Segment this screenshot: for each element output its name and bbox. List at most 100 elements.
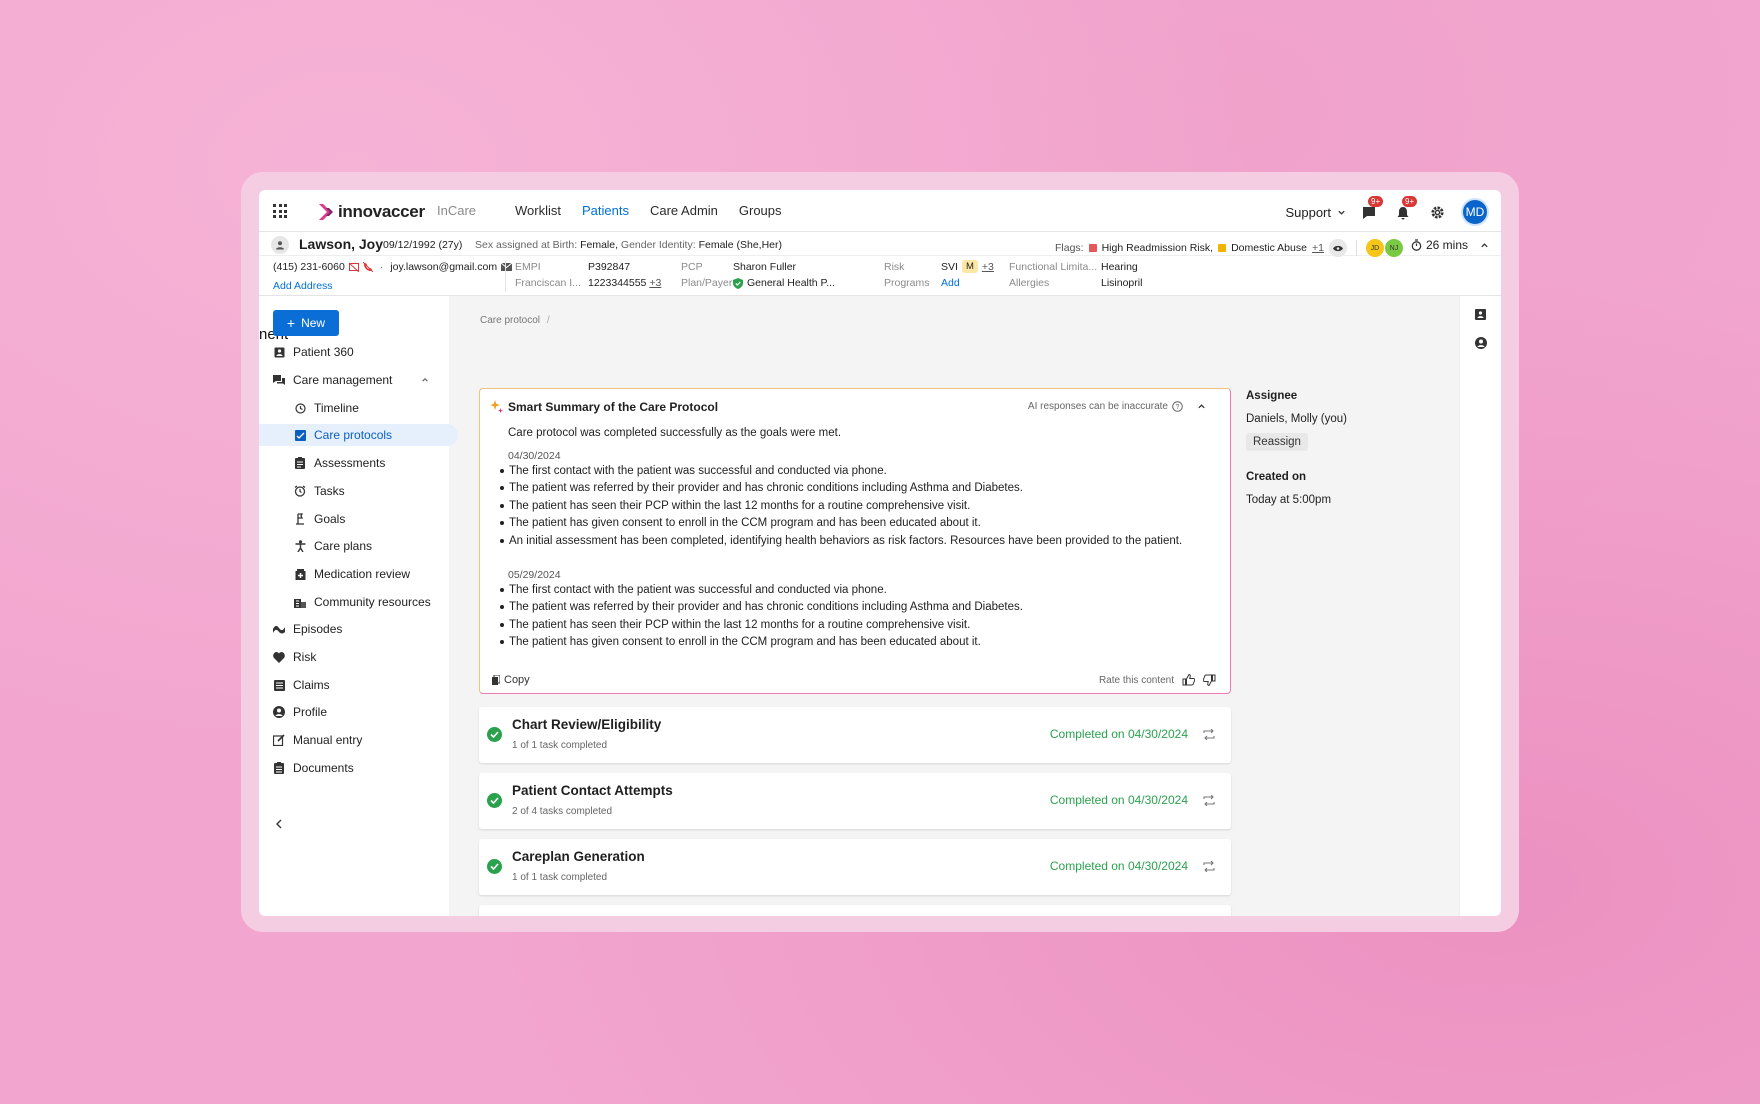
edit-icon bbox=[273, 734, 285, 746]
check-circle-icon bbox=[487, 793, 502, 808]
nav-worklist[interactable]: Worklist bbox=[515, 203, 561, 218]
chat-button[interactable]: 9+ bbox=[1362, 196, 1384, 221]
flags-more-link[interactable]: +1 bbox=[1312, 242, 1324, 254]
chevron-up-icon[interactable] bbox=[1480, 241, 1489, 250]
patient-email[interactable]: joy.lawson@gmail.com bbox=[390, 261, 497, 273]
summary-bullet: The patient was referred by their provid… bbox=[500, 480, 1182, 498]
app-launcher-icon[interactable] bbox=[273, 204, 287, 218]
sidebar-item-care-management[interactable]: Care management bbox=[259, 369, 449, 391]
alarm-icon bbox=[294, 485, 306, 497]
task-title: Patient Contact Attempts bbox=[512, 783, 673, 798]
risk-more-link[interactable]: +3 bbox=[982, 261, 994, 273]
account-circle-icon[interactable] bbox=[1475, 337, 1487, 349]
assignee-label: Assignee bbox=[1246, 390, 1298, 402]
top-nav: innovaccer InCare Worklist Patients Care… bbox=[259, 190, 1501, 232]
task-stage-card[interactable]: Careplan Generation 1 of 1 task complete… bbox=[479, 839, 1231, 895]
summary-bullet: The first contact with the patient was s… bbox=[500, 581, 1023, 599]
sidebar-item-documents[interactable]: Documents bbox=[259, 757, 449, 779]
field-franciscan: Franciscan I... bbox=[515, 277, 581, 289]
support-label: Support bbox=[1285, 204, 1331, 220]
summary-date: 04/30/2024 bbox=[508, 450, 561, 462]
franciscan-more-link[interactable]: +3 bbox=[649, 277, 661, 289]
summary-bullet: The patient has given consent to enroll … bbox=[500, 634, 1023, 652]
thumbs-down-icon[interactable] bbox=[1203, 674, 1216, 686]
flags-label: Flags: bbox=[1055, 242, 1084, 254]
gear-icon[interactable] bbox=[1430, 205, 1445, 220]
thumbs-up-icon[interactable] bbox=[1182, 674, 1195, 686]
task-stage-card[interactable]: Chart Review/Eligibility 1 of 1 task com… bbox=[479, 707, 1231, 763]
care-team-avatar-jd[interactable]: JD bbox=[1365, 239, 1384, 257]
sidebar-item-risk[interactable]: Risk bbox=[259, 646, 449, 668]
add-address-link[interactable]: Add Address bbox=[273, 280, 512, 292]
nav-care-admin[interactable]: Care Admin bbox=[650, 203, 718, 218]
field-allergies-value: Lisinopril bbox=[1101, 277, 1143, 289]
session-timer[interactable]: 26 mins bbox=[1411, 238, 1489, 252]
summary-bullet: The first contact with the patient was s… bbox=[500, 462, 1182, 480]
care-team-avatar-nj[interactable]: NJ bbox=[1384, 239, 1403, 257]
help-icon[interactable]: ? bbox=[1172, 401, 1183, 412]
field-allergies: Allergies bbox=[1009, 277, 1050, 289]
eye-icon[interactable] bbox=[1328, 239, 1347, 257]
sidebar-item-claims[interactable]: Claims bbox=[259, 674, 449, 696]
support-menu[interactable]: Support bbox=[1285, 205, 1346, 220]
repeat-icon[interactable] bbox=[1203, 795, 1215, 806]
sidebar: nent + New Patient 360 Care management T… bbox=[259, 296, 458, 916]
summary-bullet: The patient was referred by their provid… bbox=[500, 599, 1023, 617]
task-stage-card-partial[interactable] bbox=[479, 905, 1231, 916]
chevron-left-icon bbox=[276, 819, 282, 829]
task-stage-card[interactable]: Patient Contact Attempts 2 of 4 tasks co… bbox=[479, 773, 1231, 829]
flag-domestic-abuse: Domestic Abuse bbox=[1231, 242, 1307, 254]
history-icon bbox=[294, 402, 306, 414]
patient-info-bar: (415) 231-6060 · joy.lawson@gmail.com Ad… bbox=[259, 256, 1501, 296]
sidebar-item-tasks[interactable]: Tasks bbox=[259, 480, 449, 502]
summary-bullets: The first contact with the patient was s… bbox=[500, 581, 1023, 651]
repeat-icon[interactable] bbox=[1203, 861, 1215, 872]
clipboard-icon bbox=[294, 457, 306, 469]
patient-sex-gender: Sex assigned at Birth: Female, Gender Id… bbox=[475, 239, 783, 251]
id-card-icon bbox=[273, 346, 285, 358]
breadcrumb-care-protocol[interactable]: Care protocol bbox=[480, 315, 540, 326]
programs-add-link[interactable]: Add bbox=[941, 277, 960, 289]
chevron-up-icon[interactable] bbox=[1197, 402, 1206, 411]
copy-button[interactable]: Copy bbox=[492, 674, 530, 686]
user-avatar[interactable]: MD bbox=[1461, 198, 1489, 226]
sidebar-item-manual-entry[interactable]: Manual entry bbox=[259, 729, 449, 751]
nav-groups[interactable]: Groups bbox=[739, 203, 782, 218]
new-button[interactable]: + New bbox=[273, 310, 339, 336]
sidebar-item-community-resources[interactable]: Community resources bbox=[259, 591, 449, 613]
task-status: Completed on 04/30/2024 bbox=[1049, 793, 1188, 807]
patient-name[interactable]: Lawson, Joy bbox=[299, 236, 383, 252]
patient-phone[interactable]: (415) 231-6060 bbox=[273, 261, 345, 273]
collapse-sidebar-button[interactable] bbox=[275, 818, 283, 832]
assignee-value: Daniels, Molly (you) bbox=[1246, 413, 1347, 425]
main-nav-links: Worklist Patients Care Admin Groups bbox=[515, 203, 782, 218]
sidebar-item-care-plans[interactable]: Care plans bbox=[259, 535, 449, 557]
sidebar-item-assessments[interactable]: Assessments bbox=[259, 452, 449, 474]
brand-logo[interactable]: innovaccer bbox=[318, 202, 425, 222]
reassign-button[interactable]: Reassign bbox=[1246, 433, 1308, 451]
task-status: Completed on 04/30/2024 bbox=[1049, 727, 1188, 741]
chevron-up-icon[interactable] bbox=[421, 376, 429, 384]
contact-card-icon[interactable] bbox=[1475, 309, 1486, 320]
sidebar-item-care-protocols[interactable]: Care protocols bbox=[259, 424, 458, 446]
goal-flag-icon bbox=[294, 513, 306, 525]
timer-value: 26 mins bbox=[1426, 238, 1469, 252]
sidebar-item-patient-360[interactable]: Patient 360 bbox=[259, 341, 449, 363]
sidebar-item-medication-review[interactable]: Medication review bbox=[259, 563, 449, 585]
repeat-icon[interactable] bbox=[1203, 729, 1215, 740]
medication-icon bbox=[294, 568, 306, 580]
brand-name: innovaccer bbox=[338, 202, 425, 221]
sidebar-item-episodes[interactable]: Episodes bbox=[259, 618, 449, 640]
field-pcp-value: Sharon Fuller bbox=[733, 261, 797, 273]
notifications-button[interactable]: 9+ bbox=[1396, 196, 1418, 221]
nav-patients[interactable]: Patients bbox=[582, 203, 629, 218]
summary-date: 05/29/2024 bbox=[508, 569, 561, 581]
person-icon bbox=[294, 540, 306, 552]
summary-bullet: The patient has seen their PCP within th… bbox=[500, 497, 1182, 515]
summary-bullet: The patient has given consent to enroll … bbox=[500, 515, 1182, 533]
sidebar-item-profile[interactable]: Profile bbox=[259, 701, 449, 723]
sidebar-item-goals[interactable]: Goals bbox=[259, 508, 449, 530]
copy-icon bbox=[492, 675, 500, 685]
sidebar-item-timeline[interactable]: Timeline bbox=[259, 397, 449, 419]
summary-lead: Care protocol was completed successfully… bbox=[508, 427, 842, 439]
